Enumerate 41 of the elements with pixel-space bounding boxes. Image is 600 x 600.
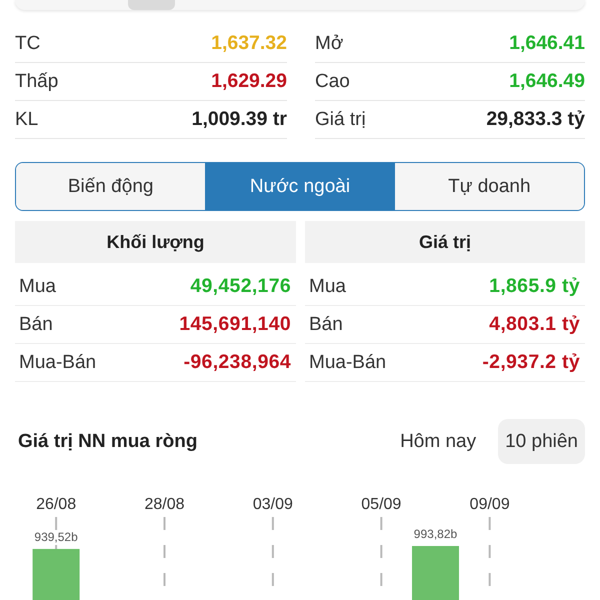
row-value: -96,238,964 [184,351,291,374]
segmented-control[interactable] [15,0,585,10]
row-label: Mua [309,276,346,298]
stat-value: 1,009.39 tr [192,108,287,131]
axis-label: 28/08 [144,496,185,513]
stat-label: Thấp [15,70,58,92]
bar-value-label: 993,82b [414,527,458,541]
stat-label: Giá trị [315,108,366,130]
row-value: 4,803.1 tỷ [489,313,580,336]
period-toggle[interactable]: Hôm nay [393,419,484,464]
stat-value: 1,646.49 [509,70,585,93]
stat-value: 1,646.41 [509,32,585,55]
period-toggle[interactable]: 10 phiên [498,419,585,464]
row-value: 1,865.9 tỷ [489,275,580,298]
selected-segment[interactable] [128,0,175,10]
bar [32,548,80,600]
column-header: Khối lượng [15,221,296,263]
stat-label: KL [15,108,38,130]
column-header: Giá trị [305,221,585,263]
axis-label: 03/09 [252,496,293,513]
row-label: Mua-Bán [19,352,96,374]
stat-value: 1,629.29 [211,70,287,93]
row-label: Mua [19,276,56,298]
axis-label: 05/09 [361,496,402,513]
row-value: -2,937.2 tỷ [482,351,580,374]
row-value: 49,452,176 [190,275,291,298]
axis-label: 26/08 [36,496,76,513]
stat-label: TC [15,32,40,54]
row-label: Bán [19,314,53,336]
axis-label: 09/09 [470,496,510,513]
bar [412,546,459,600]
stat-value: 29,833.3 tỷ [486,108,585,131]
tab[interactable]: Nước ngoài [205,163,395,210]
stat-label: Cao [315,70,350,92]
stat-label: Mở [315,32,344,54]
chart-title: Giá trị NN mua ròng [18,430,198,452]
row-label: Bán [309,314,343,336]
stat-value: 1,637.32 [211,32,287,55]
row-label: Mua-Bán [309,352,386,374]
row-value: 145,691,140 [179,313,291,336]
bar-value-label: 939,52b [34,530,78,544]
